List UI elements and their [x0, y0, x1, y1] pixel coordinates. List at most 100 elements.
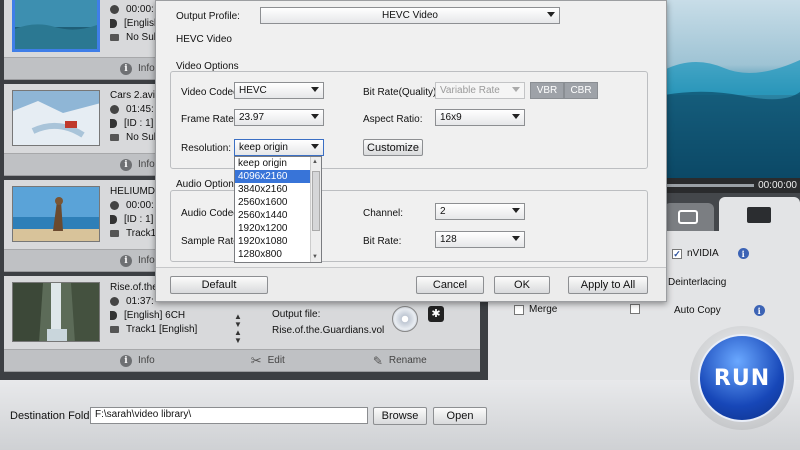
subtitle-icon [110, 33, 119, 41]
resolution-dropdown-list: keep origin 4096x2160 3840x2160 2560x1600 25… [234, 156, 322, 263]
chevron-down-icon [512, 114, 520, 119]
video-codec-select[interactable]: HEVC [234, 82, 324, 99]
profile-subtitle: HEVC Video [176, 34, 232, 45]
info-button[interactable]: i Info [120, 254, 155, 267]
clock-icon [110, 296, 119, 306]
resolution-option[interactable]: 4096x2160 [235, 170, 321, 183]
aspect-ratio-select[interactable]: 16x9 [435, 109, 525, 126]
destination-folder-input[interactable]: F:\sarah\video library\ [90, 407, 368, 424]
chevron-down-icon [547, 12, 555, 17]
audio-track-spinner[interactable]: ▲ ▼ [234, 313, 242, 329]
panel-tabs [664, 193, 800, 231]
destination-bar: Destination Folder: F:\sarah\video libra… [0, 380, 800, 450]
frame-rate-select[interactable]: 23.97 [234, 109, 324, 126]
info-button[interactable]: i Info [120, 62, 155, 75]
file-actions: i Info ✂ Edit ✎ Rename [4, 349, 480, 371]
customize-button[interactable]: Customize [363, 139, 423, 156]
audio-icon [110, 118, 117, 128]
resolution-option[interactable]: 2560x1600 [235, 196, 321, 209]
subtitle-track-spinner[interactable]: ▲ ▼ [234, 329, 242, 345]
resolution-option[interactable]: 1920x1080 [235, 235, 321, 248]
file-meta: Cars 2.avi 01:45: [ID : 1] No Sub [110, 89, 160, 143]
folder-icon [747, 207, 771, 223]
merge-checkbox[interactable] [514, 304, 524, 315]
info-button[interactable]: i Info [120, 158, 155, 171]
rename-button[interactable]: ✎ Rename [373, 354, 427, 368]
aspect-ratio-label: Aspect Ratio: [363, 114, 423, 125]
playback-time: 00:00:00 [758, 180, 797, 191]
audio-bit-rate-select[interactable]: 128 [435, 231, 525, 248]
info-button[interactable]: i Info [120, 354, 155, 367]
merge-option[interactable]: Merge [514, 304, 557, 315]
dropdown-scrollbar[interactable]: ▲ ▼ [310, 157, 321, 262]
auto-copy-checkbox[interactable] [630, 304, 640, 314]
chevron-down-icon [512, 236, 520, 241]
ok-button[interactable]: OK [494, 276, 550, 294]
resolution-select[interactable]: keep origin [234, 139, 324, 156]
file-thumbnail [12, 90, 100, 146]
seek-track[interactable] [664, 184, 754, 187]
file-name: Cars 2.avi [110, 89, 156, 101]
info-icon: i [120, 254, 132, 267]
audio-icon [110, 214, 117, 224]
settings-gear-icon[interactable]: ✱ [428, 306, 444, 322]
chevron-down-icon [311, 144, 319, 149]
audio-bit-rate-label: Bit Rate: [363, 236, 402, 247]
cbr-button[interactable]: CBR [564, 82, 598, 99]
playback-bar[interactable]: 00:00:00 [664, 178, 800, 193]
nvidia-checkbox[interactable]: ✓ [672, 248, 682, 259]
nvidia-option[interactable]: ✓ nVIDIA i [672, 248, 749, 259]
audio-icon [110, 18, 117, 28]
vbr-button[interactable]: VBR [530, 82, 564, 99]
default-button[interactable]: Default [170, 276, 268, 294]
auto-copy-info-icon[interactable]: i [753, 305, 765, 316]
dialog-footer: Default Cancel OK Apply to All [156, 267, 666, 301]
tab-folder[interactable] [719, 197, 800, 231]
output-file-name: Rise.of.the.Guardians.vol [272, 325, 385, 336]
output-file-label: Output file: [272, 309, 321, 320]
merge-options: Merge [488, 295, 664, 380]
audio-options-title: Audio Options [176, 179, 239, 190]
channel-label: Channel: [363, 208, 404, 219]
open-button[interactable]: Open [433, 407, 487, 425]
destination-label: Destination Folder: [10, 410, 103, 422]
nvidia-info-icon[interactable]: i [737, 248, 749, 259]
sample-rate-label: Sample Rate: [181, 236, 242, 247]
scroll-up-icon[interactable]: ▲ [312, 159, 318, 165]
resolution-option[interactable]: 2560x1440 [235, 209, 321, 222]
frame-rate-label: Frame Rate: [181, 114, 237, 125]
resolution-option[interactable]: keep origin [235, 157, 321, 170]
browse-button[interactable]: Browse [373, 407, 427, 425]
edit-button[interactable]: ✂ Edit [251, 353, 285, 369]
auto-copy-option[interactable] [630, 304, 640, 314]
auto-copy-label-row: Auto Copy i [674, 305, 765, 316]
chevron-down-icon [512, 208, 520, 213]
bit-rate-quality-label: Bit Rate(Quality): [363, 87, 440, 98]
rate-mode-toggle[interactable]: VBR CBR [530, 82, 598, 99]
info-icon: i [120, 354, 132, 367]
scissors-icon: ✂ [250, 352, 262, 368]
file-name: Rise.of.the [110, 281, 158, 293]
resolution-option[interactable]: 1920x1200 [235, 222, 321, 235]
run-button[interactable]: RUN [698, 334, 786, 422]
tab-snapshot[interactable] [664, 203, 714, 231]
output-profile-select[interactable]: HEVC Video [260, 7, 560, 24]
file-thumbnail [12, 186, 100, 242]
audio-codec-label: Audio Codec: [181, 208, 242, 219]
deinterlacing-option[interactable]: Deinterlacing [668, 277, 726, 288]
bit-rate-quality-select[interactable]: Variable Rate [435, 82, 525, 99]
clock-icon [110, 4, 119, 14]
chevron-down-icon [311, 114, 319, 119]
channel-select[interactable]: 2 [435, 203, 525, 220]
scroll-down-icon[interactable]: ▼ [312, 254, 318, 260]
output-profile-label: Output Profile: [176, 11, 240, 22]
disc-icon[interactable] [392, 306, 418, 332]
resolution-option[interactable]: 3840x2160 [235, 183, 321, 196]
video-settings-dialog: Output Profile: HEVC Video HEVC Video Vi… [155, 0, 667, 302]
scrollbar-thumb[interactable] [312, 171, 320, 231]
resolution-options: keep origin 4096x2160 3840x2160 2560x1600 25… [235, 157, 321, 261]
cancel-button[interactable]: Cancel [416, 276, 484, 294]
audio-icon [110, 310, 117, 320]
apply-to-all-button[interactable]: Apply to All [568, 276, 648, 294]
resolution-option[interactable]: 1280x800 [235, 248, 321, 261]
